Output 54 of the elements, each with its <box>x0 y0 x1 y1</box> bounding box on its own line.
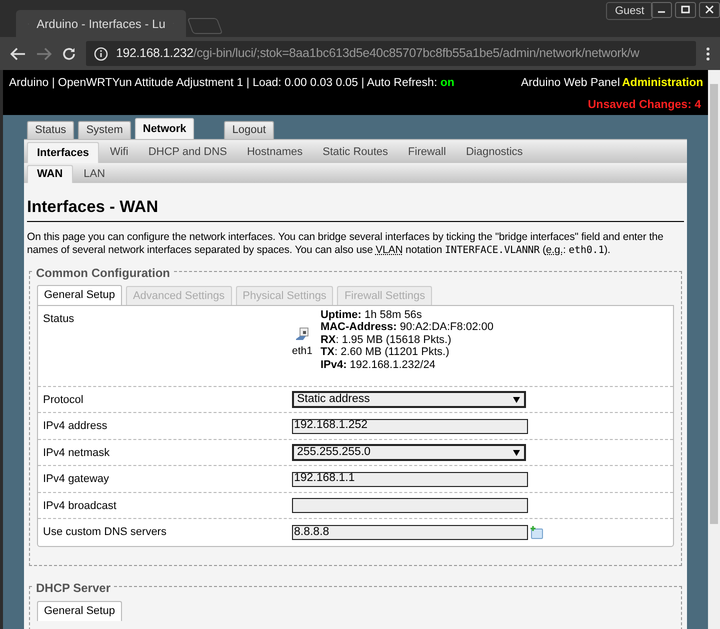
sub-tab[interactable]: Hostnames <box>238 142 312 163</box>
profile-button[interactable]: Guest <box>606 2 654 20</box>
sub-tab[interactable]: Interfaces <box>27 142 99 163</box>
sub-tab[interactable]: LAN <box>74 165 114 183</box>
input-field[interactable]: 192.168.1.252 <box>292 418 528 434</box>
status-line: MAC-Address: 90:A2:DA:F8:02:00 <box>320 321 494 334</box>
administration-link[interactable]: Administration <box>622 75 704 92</box>
maximize-icon[interactable] <box>675 2 696 18</box>
field-label: Protocol <box>42 392 84 408</box>
sub-tab[interactable]: DHCP and DNS <box>139 142 236 163</box>
status-line: Uptime: 1h 58m 56s <box>320 308 423 322</box>
scrollbar[interactable] <box>708 70 720 629</box>
input-field[interactable] <box>292 498 528 513</box>
input-field[interactable]: 192.168.1.1 <box>292 472 528 486</box>
system-info-text: Arduino | OpenWRTYun Attitude Adjustment 1 | Load: 0.00 0.03 0.05 | Auto Refresh: on <box>9 76 454 91</box>
sub-tab[interactable]: Wifi <box>100 142 138 163</box>
address-bar[interactable]: 192.168.1.232/cgi-bin/luci/;stok=8aa1bc613d5e40c85707bc8fb55a1be5/admin/network/network/w <box>86 41 696 66</box>
caret-icon <box>513 450 520 456</box>
caret-icon <box>513 396 520 402</box>
status-line: RX: 1.95 MB (15618 Pkts.) <box>320 334 452 346</box>
device-label: eth1 <box>292 344 312 359</box>
url-text: 192.168.1.232/cgi-bin/luci/;stok=8aa1bc613d5e40c85707bc8fb55a1be5/admin/network/network/w <box>116 45 640 62</box>
sub-tab[interactable]: Static Routes <box>314 142 398 163</box>
field-label: Use custom DNS servers <box>42 525 168 540</box>
sub-tab[interactable]: Firewall <box>399 142 455 163</box>
web-panel-link[interactable]: Arduino Web Panel <box>521 75 620 92</box>
back-icon[interactable] <box>10 46 26 60</box>
status-line: IPv4: 192.168.1.232/24 <box>320 358 436 372</box>
logout-tab[interactable]: Logout <box>224 121 274 139</box>
field-label: IPv4 address <box>42 419 108 434</box>
browser-tab[interactable]: Arduino - Interfaces - Lu <box>16 10 186 37</box>
info-icon <box>94 46 108 60</box>
field-label: Status <box>42 312 76 327</box>
menu-icon[interactable] <box>706 46 710 60</box>
nav-tab[interactable]: Status <box>27 121 74 139</box>
nav-tab[interactable]: System <box>78 121 131 139</box>
section-tab[interactable]: General Setup <box>37 600 122 621</box>
page-heading: Interfaces - WAN <box>27 195 684 222</box>
network-port-icon <box>295 326 310 341</box>
minimize-icon[interactable] <box>651 2 672 18</box>
nav-tab[interactable]: Network <box>134 118 194 139</box>
unsaved-changes-link[interactable]: Unsaved Changes: 4 <box>588 97 701 114</box>
add-entry-icon[interactable] <box>530 526 543 539</box>
sub-tab[interactable]: WAN <box>27 165 73 183</box>
field-label: IPv4 netmask <box>42 446 111 461</box>
field-label: IPv4 gateway <box>42 472 110 488</box>
status-line: TX: 2.60 MB (11201 Pkts.) <box>320 346 450 359</box>
sub-tab[interactable]: Diagnostics <box>456 142 532 163</box>
section-tab[interactable]: General Setup <box>37 284 122 305</box>
field-label: IPv4 broadcast <box>42 498 118 514</box>
reload-icon[interactable] <box>62 46 76 60</box>
dropdown[interactable]: Static address <box>292 391 526 408</box>
dropdown[interactable]: 255.255.255.0 <box>292 444 526 461</box>
input-field[interactable]: 8.8.8.8 <box>292 525 528 540</box>
